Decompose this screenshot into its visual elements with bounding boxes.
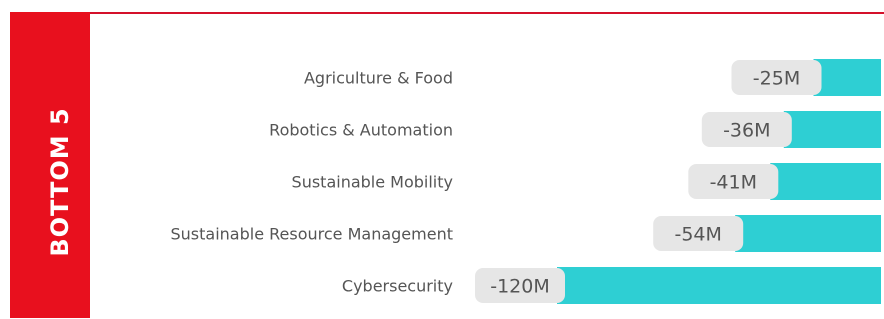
value-label: -25M (753, 68, 800, 90)
value-label: -54M (674, 224, 721, 246)
bar-chart: Agriculture & Food -25M Robotics & Automat… (171, 59, 881, 304)
category-label: Cybersecurity (342, 277, 453, 296)
bar (783, 111, 881, 148)
category-label: Sustainable Resource Management (171, 225, 454, 244)
category-label: Agriculture & Food (304, 69, 453, 88)
category-label: Robotics & Automation (269, 121, 453, 140)
bar (735, 215, 881, 252)
value-label: -36M (723, 120, 770, 142)
bar (813, 59, 881, 96)
bar (557, 267, 881, 304)
category-label: Sustainable Mobility (292, 173, 453, 192)
value-label: -41M (710, 172, 757, 194)
bar (770, 163, 881, 200)
value-label: -120M (490, 276, 550, 298)
